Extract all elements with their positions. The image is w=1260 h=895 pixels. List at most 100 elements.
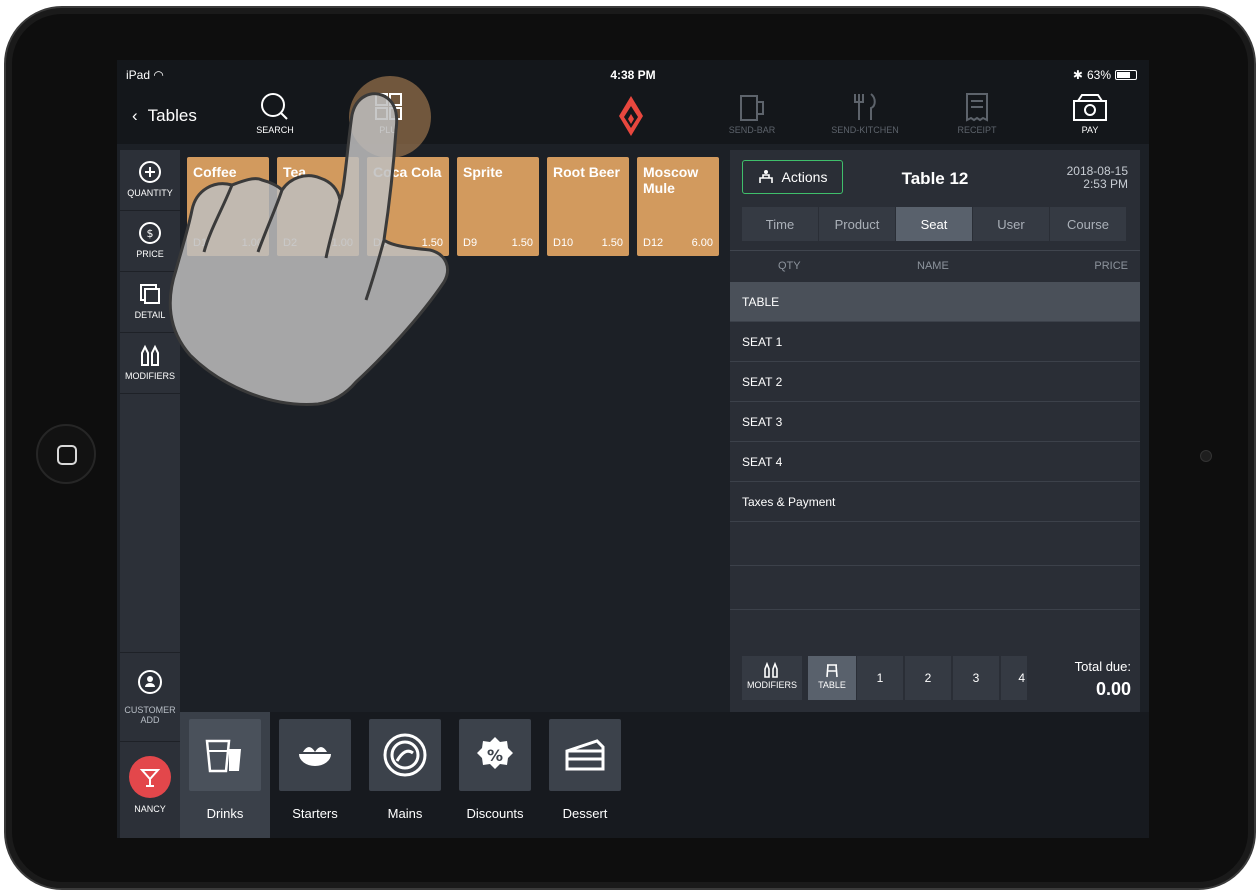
product-name: Root Beer (553, 164, 620, 180)
fork-knife-icon (854, 93, 876, 120)
order-list: TABLE SEAT 1 SEAT 2 SEAT 3 SEAT 4 Taxes … (730, 282, 1140, 610)
order-row-taxes-payment[interactable]: Taxes & Payment (730, 482, 1140, 522)
stool-icon (826, 664, 838, 678)
send-kitchen-label: SEND-KITCHEN (831, 125, 899, 135)
percent-badge-icon: % (459, 719, 531, 791)
product-price: 1.50 (601, 237, 623, 249)
status-bar: iPad ◠ 4:38 PM ✱ 63% (117, 60, 1149, 88)
hand-bell-icon (758, 170, 773, 183)
search-icon (261, 93, 288, 120)
actions-label: Actions (781, 169, 828, 185)
product-price: 1.00 (241, 237, 263, 249)
receipt-icon (966, 93, 988, 122)
detail-label: DETAIL (134, 310, 166, 320)
product-tile[interactable]: Coffee D1 1.00 (187, 157, 269, 256)
product-name: Tea (283, 164, 307, 180)
top-toolbar: ‹ Tables SEARCH PLU SEND-BAR SEND-KITCHE… (117, 76, 1149, 158)
status-right: ✱ 63% (1073, 68, 1137, 82)
customer-add-label: ADD (140, 715, 160, 725)
salt-pepper-icon (764, 662, 778, 678)
category-starters[interactable]: Starters (270, 712, 360, 838)
chevron-left-icon: ‹ (132, 106, 138, 125)
category-drinks[interactable]: Drinks (180, 712, 270, 838)
lightspeed-flame-icon (614, 94, 648, 143)
product-tile[interactable]: Moscow Mule D12 6.00 (637, 157, 719, 256)
order-row-empty (730, 566, 1140, 610)
customer-add-button[interactable]: CUSTOMER ADD (120, 652, 180, 742)
order-row-seat-4[interactable]: SEAT 4 (730, 442, 1140, 482)
product-name: Coca Cola (373, 164, 442, 180)
detail-button[interactable]: DETAIL (120, 272, 180, 333)
product-code: D8 (373, 237, 388, 249)
seat-button-4[interactable]: 4 (1000, 656, 1027, 700)
avatar (129, 756, 171, 798)
home-square-icon (57, 445, 77, 465)
category-bar: Drinks Starters Mains % Discounts Desser… (180, 712, 1149, 838)
category-dessert[interactable]: Dessert (540, 712, 630, 838)
order-title: Table 12 (901, 169, 969, 188)
plu-grid-icon (375, 93, 402, 120)
receipt-label: RECEIPT (957, 125, 997, 135)
status-time: 4:38 PM (610, 68, 656, 82)
order-row-table[interactable]: TABLE (730, 282, 1140, 322)
order-row-seat-3[interactable]: SEAT 3 (730, 402, 1140, 442)
tab-product[interactable]: Product (819, 207, 896, 241)
order-row-empty (730, 522, 1140, 566)
order-row-seat-2[interactable]: SEAT 2 (730, 362, 1140, 402)
customer-label: CUSTOMER (124, 705, 176, 715)
beer-mug-icon (740, 95, 764, 121)
order-time: 2:53 PM (1083, 177, 1128, 191)
user-name: NANCY (134, 804, 166, 814)
product-tile[interactable]: Root Beer D10 1.50 (547, 157, 629, 256)
product-tile[interactable]: Sprite D9 1.50 (457, 157, 539, 256)
home-button[interactable] (36, 424, 96, 484)
grouping-tabs: Time Product Seat User Course (742, 207, 1127, 241)
tab-user[interactable]: User (973, 207, 1050, 241)
category-label: Drinks (206, 806, 244, 821)
tab-course[interactable]: Course (1050, 207, 1127, 241)
cake-slice-icon (549, 719, 621, 791)
seat-button-1[interactable]: 1 (856, 656, 903, 700)
user-button[interactable]: NANCY (120, 744, 180, 838)
salt-pepper-icon (141, 344, 159, 366)
receipt-button[interactable]: RECEIPT (937, 92, 1017, 135)
actions-button[interactable]: Actions (742, 160, 843, 194)
svg-text:%: % (487, 746, 503, 765)
quantity-button[interactable]: QUANTITY (120, 150, 180, 211)
category-label: Dessert (562, 806, 608, 821)
seat-button-3[interactable]: 3 (952, 656, 999, 700)
send-bar-button[interactable]: SEND-BAR (712, 92, 792, 135)
product-tile[interactable]: Coca Cola D8 1.50 (367, 157, 449, 256)
tab-seat[interactable]: Seat (896, 207, 973, 241)
category-label: Discounts (466, 806, 524, 821)
product-tile[interactable]: Tea D2 1.00 (277, 157, 359, 256)
search-button[interactable]: SEARCH (235, 92, 315, 135)
quantity-label: QUANTITY (127, 188, 173, 198)
modifiers-button[interactable]: MODIFIERS (120, 333, 180, 394)
category-mains[interactable]: Mains (360, 712, 450, 838)
send-kitchen-button[interactable]: SEND-KITCHEN (825, 92, 905, 135)
back-label: Tables (147, 106, 197, 125)
product-code: D10 (553, 237, 574, 249)
plu-button[interactable]: PLU (348, 92, 428, 135)
total-due-value: 0.00 (1095, 679, 1131, 699)
footer-modifiers-button[interactable]: MODIFIERS (742, 656, 802, 700)
camera-icon (1200, 450, 1212, 462)
total-due-label: Total due: (1074, 659, 1131, 674)
drinks-icon (189, 719, 261, 791)
category-discounts[interactable]: % Discounts (450, 712, 540, 838)
cocktail-icon (139, 769, 161, 787)
price-button[interactable]: $ PRICE (120, 211, 180, 272)
salad-bowl-icon (279, 719, 351, 791)
modifiers-label: MODIFIERS (124, 371, 175, 381)
pay-button[interactable]: PAY (1050, 92, 1130, 135)
tab-time[interactable]: Time (742, 207, 819, 241)
pos-screen: iPad ◠ 4:38 PM ✱ 63% ‹ Tables SEARCH PLU (117, 60, 1149, 838)
seat-table-button[interactable]: TABLE (808, 656, 856, 700)
order-row-seat-1[interactable]: SEAT 1 (730, 322, 1140, 362)
price-label: PRICE (136, 249, 164, 259)
product-grid: Coffee D1 1.00 Tea D2 1.00 Coca Cola D8 … (180, 150, 730, 788)
battery-icon (1115, 70, 1137, 80)
seat-button-2[interactable]: 2 (904, 656, 951, 700)
back-to-tables-button[interactable]: ‹ Tables (132, 106, 197, 126)
